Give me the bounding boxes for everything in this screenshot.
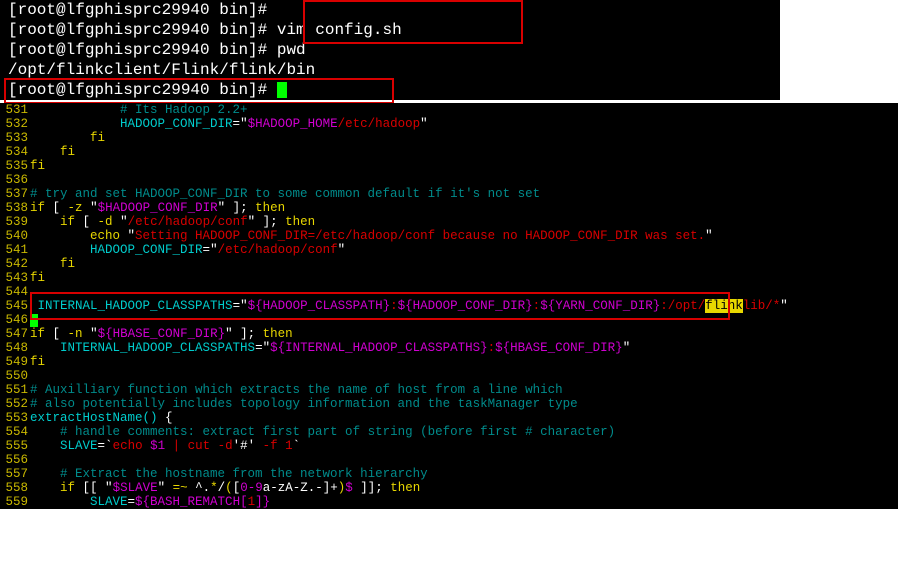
- prompt-line: [root@lfgphisprc29940 bin]# vim config.s…: [8, 20, 772, 40]
- code-line: 549fi: [0, 355, 898, 369]
- line-number: 541: [0, 243, 30, 257]
- code-line: 558 if [[ "$SLAVE" =~ ^.*/([0-9a-zA-Z.-]…: [0, 481, 898, 495]
- line-number: 539: [0, 215, 30, 229]
- prompt: [root@lfgphisprc29940 bin]#: [8, 41, 277, 59]
- code-line: 537# try and set HADOOP_CONF_DIR to some…: [0, 187, 898, 201]
- code-line: 555 SLAVE=`echo $1 | cut -d'#' -f 1`: [0, 439, 898, 453]
- code-line: 557 # Extract the hostname from the netw…: [0, 467, 898, 481]
- code-line: 552# also potentially includes topology …: [0, 397, 898, 411]
- line-number: 559: [0, 495, 30, 509]
- prompt-line: [root@lfgphisprc29940 bin]# pwd: [8, 40, 772, 60]
- code-line: 547if [ -n "${HBASE_CONF_DIR}" ]; then: [0, 327, 898, 341]
- code-line: 551# Auxilliary function which extracts …: [0, 383, 898, 397]
- code-line: 535fi: [0, 159, 898, 173]
- line-number: 554: [0, 425, 30, 439]
- line-number: 537: [0, 187, 30, 201]
- line-number: 555: [0, 439, 30, 453]
- line-number: 546: [0, 313, 30, 327]
- line-number: 542: [0, 257, 30, 271]
- code-line: 531 # Its Hadoop 2.2+: [0, 103, 898, 117]
- line-number: 553: [0, 411, 30, 425]
- code-line-highlighted: 545 INTERNAL_HADOOP_CLASSPATHS="${HADOOP…: [0, 299, 898, 313]
- line-number: 532: [0, 117, 30, 131]
- line-number: 558: [0, 481, 30, 495]
- code-line: 546: [0, 313, 898, 327]
- code-line: 533 fi: [0, 131, 898, 145]
- line-number: 557: [0, 467, 30, 481]
- command-text: pwd: [277, 41, 306, 59]
- code-line: 536: [0, 173, 898, 187]
- search-highlight: flink: [705, 299, 743, 313]
- prompt: [root@lfgphisprc29940 bin]#: [8, 81, 277, 99]
- code-line: 534 fi: [0, 145, 898, 159]
- code-line: 541 HADOOP_CONF_DIR="/etc/hadoop/conf": [0, 243, 898, 257]
- line-number: 531: [0, 103, 30, 117]
- command-text: vim config.sh: [277, 21, 402, 39]
- vim-editor[interactable]: 531 # Its Hadoop 2.2+ 532 HADOOP_CONF_DI…: [0, 103, 898, 509]
- line-number: 551: [0, 383, 30, 397]
- line-number: 545: [0, 299, 30, 313]
- line-number: 538: [0, 201, 30, 215]
- line-number: 552: [0, 397, 30, 411]
- code-line: 559 SLAVE=${BASH_REMATCH[1]}: [0, 495, 898, 509]
- code-line: 540 echo "Setting HADOOP_CONF_DIR=/etc/h…: [0, 229, 898, 243]
- code-line: 553extractHostName() {: [0, 411, 898, 425]
- prompt-line: [root@lfgphisprc29940 bin]#: [8, 80, 772, 100]
- line-number: 543: [0, 271, 30, 285]
- prompt: [root@lfgphisprc29940 bin]#: [8, 21, 277, 39]
- code-line: 543fi: [0, 271, 898, 285]
- pwd-output: /opt/flinkclient/Flink/flink/bin: [8, 60, 772, 80]
- line-number: 536: [0, 173, 30, 187]
- line-number: 549: [0, 355, 30, 369]
- line-number: 544: [0, 285, 30, 299]
- line-number: 540: [0, 229, 30, 243]
- code-line: 538if [ -z "$HADOOP_CONF_DIR" ]; then: [0, 201, 898, 215]
- terminal-cursor: [277, 82, 287, 98]
- code-line: 542 fi: [0, 257, 898, 271]
- code-line: 532 HADOOP_CONF_DIR="$HADOOP_HOME/etc/ha…: [0, 117, 898, 131]
- code-line: 554 # handle comments: extract first par…: [0, 425, 898, 439]
- line-number: 550: [0, 369, 30, 383]
- line-number: 548: [0, 341, 30, 355]
- terminal-shell[interactable]: [root@lfgphisprc29940 bin]# [root@lfgphi…: [0, 0, 780, 100]
- line-number: 533: [0, 131, 30, 145]
- prompt-line: [root@lfgphisprc29940 bin]#: [8, 0, 772, 20]
- code-line: 539 if [ -d "/etc/hadoop/conf" ]; then: [0, 215, 898, 229]
- line-number: 556: [0, 453, 30, 467]
- code-line: 556: [0, 453, 898, 467]
- line-number: 535: [0, 159, 30, 173]
- editor-cursor: [30, 314, 38, 327]
- code-line: 544: [0, 285, 898, 299]
- code-line: 550: [0, 369, 898, 383]
- code-line: 548 INTERNAL_HADOOP_CLASSPATHS="${INTERN…: [0, 341, 898, 355]
- line-number: 534: [0, 145, 30, 159]
- line-number: 547: [0, 327, 30, 341]
